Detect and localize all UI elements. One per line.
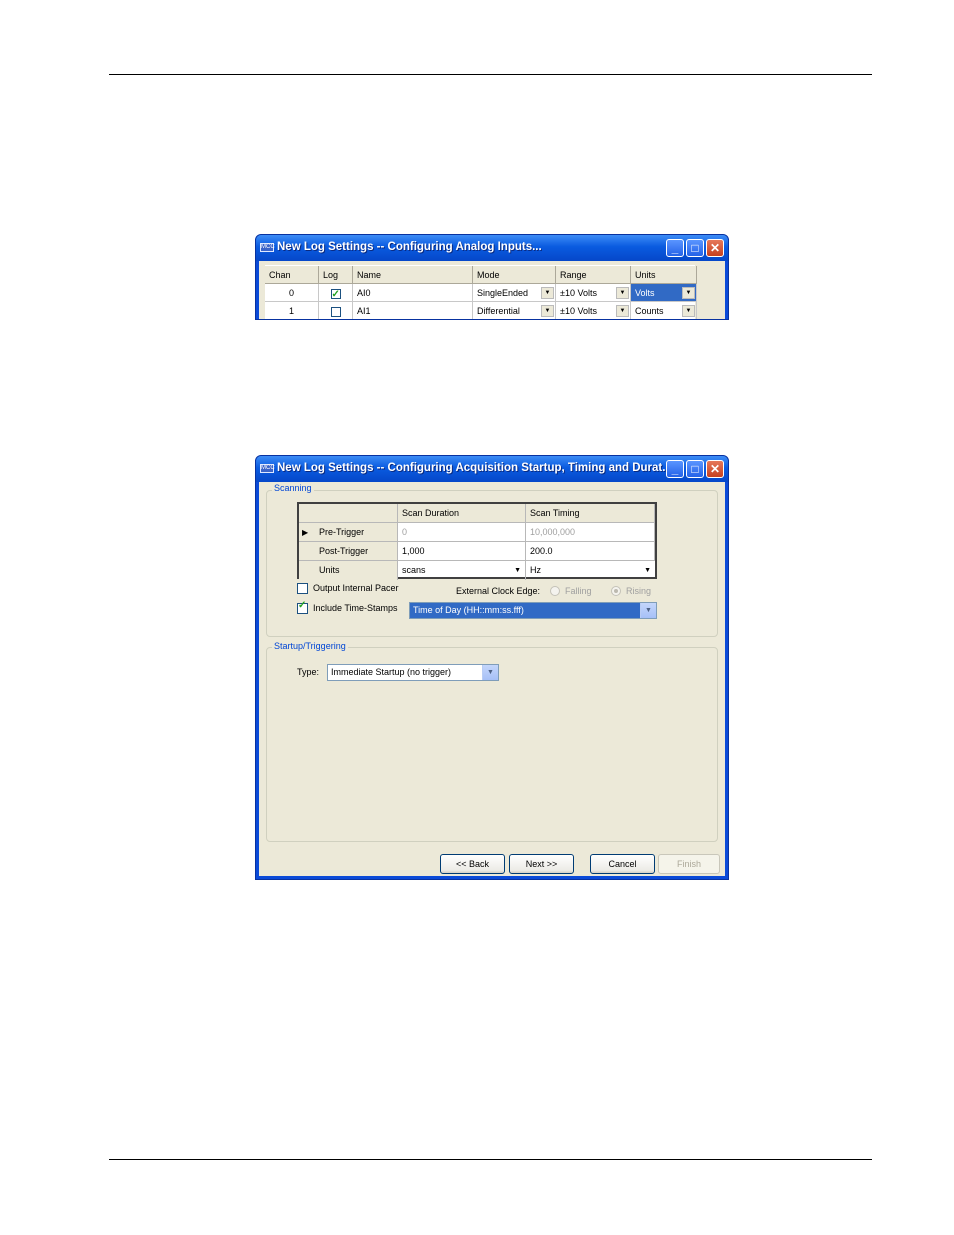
row-label: Pre-Trigger (319, 527, 365, 537)
cancel-button[interactable]: Cancel (590, 854, 655, 874)
rising-label: Rising (626, 586, 652, 596)
footer-rule (109, 1159, 872, 1160)
falling-label: Falling (565, 586, 592, 596)
channels-grid: Chan Log Name Mode Range Units 0 AI0 Sin… (265, 265, 697, 319)
maximize-icon[interactable]: □ (686, 239, 704, 257)
scan-grid: Scan Duration Scan Timing ▶ Pre-Trigger 0… (297, 502, 657, 580)
current-row-icon: ▶ (302, 528, 309, 537)
col-header-scan-timing: Scan Timing (526, 504, 655, 523)
mode-value: Differential (477, 306, 520, 316)
window-client: Scanning Scan Duration Scan Timing ▶ Pre-… (259, 482, 725, 876)
chevron-down-icon[interactable]: ▼ (616, 287, 629, 299)
next-button[interactable]: Next >> (509, 854, 574, 874)
mode-cell[interactable]: SingleEnded ▼ (473, 284, 556, 302)
chevron-down-icon[interactable]: ▼ (682, 287, 695, 299)
chevron-down-icon[interactable]: ▼ (541, 305, 554, 317)
grid-header-row: Chan Log Name Mode Range Units (265, 266, 697, 284)
close-icon[interactable]: ✕ (706, 460, 724, 478)
title-bar[interactable]: MCC New Log Settings -- Configuring Anal… (256, 235, 728, 261)
post-trigger-duration-cell[interactable]: 1,000 (398, 542, 526, 561)
units-cell[interactable]: Counts ▼ (631, 302, 697, 319)
scanning-legend: Scanning (272, 483, 314, 493)
timestamp-format-value: Time of Day (HH::mm:ss.fff) (413, 605, 524, 615)
name-cell[interactable]: AI0 (353, 284, 473, 302)
col-header-name: Name (353, 266, 473, 284)
name-cell[interactable]: AI1 (353, 302, 473, 319)
units-cell[interactable]: Volts ▼ (631, 284, 697, 302)
row-header-units[interactable]: Units (299, 561, 398, 580)
app-icon: MCC (260, 464, 275, 473)
chevron-down-icon[interactable]: ▼ (640, 603, 656, 618)
acquisition-window: MCC New Log Settings -- Configuring Acqu… (255, 455, 729, 880)
pre-trigger-duration-cell: 0 (398, 523, 526, 542)
range-cell[interactable]: ±10 Volts ▼ (556, 284, 631, 302)
finish-button[interactable]: Finish (658, 854, 720, 874)
table-row: 0 AI0 SingleEnded ▼ ±10 Volts ▼ Volts ▼ (265, 284, 697, 302)
window-title: New Log Settings -- Configuring Analog I… (277, 241, 542, 253)
output-pacer-label[interactable]: Output Internal Pacer (313, 583, 399, 593)
log-cell[interactable] (319, 284, 353, 302)
timing-units-value: Hz (530, 565, 541, 575)
falling-radio[interactable] (550, 586, 560, 596)
col-header-chan: Chan (265, 266, 319, 284)
log-checkbox[interactable] (330, 306, 341, 317)
app-icon: MCC (260, 243, 275, 252)
chevron-down-icon[interactable]: ▼ (644, 561, 651, 580)
chevron-down-icon[interactable]: ▼ (514, 561, 521, 580)
mode-cell[interactable]: Differential ▼ (473, 302, 556, 319)
rising-radio[interactable] (611, 586, 621, 596)
close-icon[interactable]: ✕ (706, 239, 724, 257)
chan-cell: 1 (265, 302, 319, 319)
post-trigger-timing-cell[interactable]: 200.0 (526, 542, 655, 561)
grid-corner (299, 504, 398, 523)
chevron-down-icon[interactable]: ▼ (541, 287, 554, 299)
row-header-post-trigger[interactable]: Post-Trigger (299, 542, 398, 561)
col-header-log: Log (319, 266, 353, 284)
range-cell[interactable]: ±10 Volts ▼ (556, 302, 631, 319)
log-checkbox[interactable] (330, 286, 341, 301)
units-value: Counts (635, 306, 664, 316)
maximize-icon[interactable]: □ (686, 460, 704, 478)
timestamp-format-select[interactable]: Time of Day (HH::mm:ss.fff) ▼ (409, 602, 657, 619)
title-bar[interactable]: MCC New Log Settings -- Configuring Acqu… (256, 456, 728, 482)
range-value: ±10 Volts (560, 306, 597, 316)
timing-units-cell[interactable]: Hz ▼ (526, 561, 655, 580)
trigger-type-value: Immediate Startup (no trigger) (331, 667, 452, 677)
duration-units-cell[interactable]: scans ▼ (398, 561, 526, 580)
chan-cell: 0 (265, 284, 319, 302)
pre-trigger-timing-cell: 10,000,000 (526, 523, 655, 542)
type-label: Type: (297, 667, 320, 677)
log-cell[interactable] (319, 302, 353, 319)
minimize-icon[interactable]: _ (666, 460, 684, 478)
window-client: Chan Log Name Mode Range Units 0 AI0 Sin… (259, 261, 725, 319)
range-value: ±10 Volts (560, 288, 597, 298)
output-pacer-checkbox[interactable] (297, 583, 308, 594)
col-header-scan-duration: Scan Duration (398, 504, 526, 523)
back-button[interactable]: << Back (440, 854, 505, 874)
chevron-down-icon[interactable]: ▼ (682, 305, 695, 317)
trigger-type-select[interactable]: Immediate Startup (no trigger) ▼ (327, 664, 499, 681)
row-header-pre-trigger[interactable]: ▶ Pre-Trigger (299, 523, 398, 542)
table-row: 1 AI1 Differential ▼ ±10 Volts ▼ Counts ▼ (265, 302, 697, 319)
window-title: New Log Settings -- Configuring Acquisit… (277, 462, 672, 474)
chevron-down-icon[interactable]: ▼ (482, 665, 498, 680)
mode-value: SingleEnded (477, 288, 529, 298)
chevron-down-icon[interactable]: ▼ (616, 305, 629, 317)
header-rule (109, 74, 872, 75)
startup-legend: Startup/Triggering (272, 641, 348, 651)
duration-units-value: scans (402, 565, 426, 575)
timestamps-checkbox[interactable] (297, 600, 308, 614)
timestamps-label[interactable]: Include Time-Stamps (313, 603, 398, 613)
analog-inputs-window: MCC New Log Settings -- Configuring Anal… (255, 234, 729, 320)
col-header-units: Units (631, 266, 697, 284)
minimize-icon[interactable]: _ (666, 239, 684, 257)
col-header-range: Range (556, 266, 631, 284)
col-header-mode: Mode (473, 266, 556, 284)
units-value: Volts (635, 288, 655, 298)
clock-edge-label: External Clock Edge: (456, 586, 541, 596)
